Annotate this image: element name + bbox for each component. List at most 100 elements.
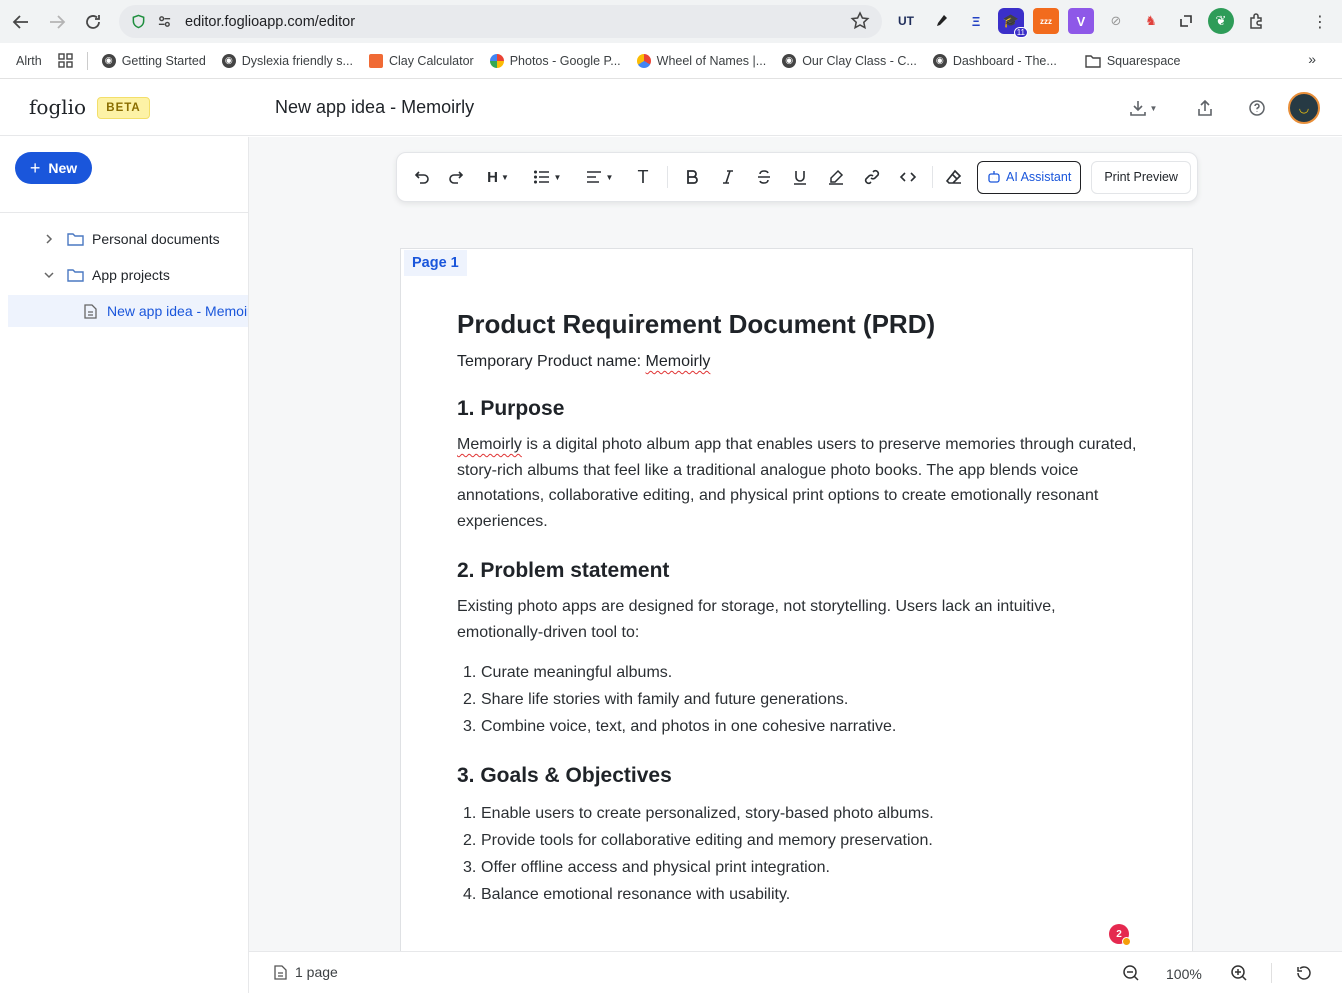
italic-button[interactable] bbox=[710, 161, 746, 193]
user-avatar[interactable]: ◡ bbox=[1288, 92, 1320, 124]
undo-button[interactable] bbox=[403, 161, 439, 193]
clear-format-button[interactable] bbox=[939, 161, 969, 193]
extension-compass-icon[interactable]: ⊘ bbox=[1103, 8, 1129, 34]
reset-zoom-button[interactable] bbox=[1295, 964, 1313, 985]
folder-icon bbox=[1085, 54, 1101, 68]
bookmark-getting-started[interactable]: ◉ Getting Started bbox=[94, 47, 214, 75]
extension-orange-icon[interactable]: zzz bbox=[1033, 8, 1059, 34]
globe-icon: ◉ bbox=[101, 53, 116, 68]
help-button[interactable] bbox=[1246, 96, 1268, 120]
footer-divider bbox=[1271, 963, 1272, 983]
redo-button[interactable] bbox=[439, 161, 475, 193]
text-style-button[interactable]: T bbox=[625, 161, 661, 193]
sidebar-item-app-projects[interactable]: App projects bbox=[0, 259, 248, 291]
section-heading-problem: 2. Problem statement bbox=[457, 558, 670, 582]
strikethrough-button[interactable] bbox=[746, 161, 782, 193]
list-dropdown[interactable]: ▼ bbox=[521, 161, 573, 193]
share-icon bbox=[1198, 99, 1212, 116]
highlight-button[interactable] bbox=[818, 161, 854, 193]
chevron-down-icon[interactable] bbox=[43, 269, 59, 281]
bookmark-alrth[interactable]: Alrth bbox=[8, 47, 50, 75]
document-page[interactable]: Page 1 Product Requirement Document (PRD… bbox=[400, 248, 1193, 951]
help-icon bbox=[1249, 100, 1265, 116]
code-button[interactable] bbox=[890, 161, 926, 193]
chevron-right-icon[interactable] bbox=[43, 233, 59, 245]
link-button[interactable] bbox=[854, 161, 890, 193]
list-number: 1. bbox=[463, 805, 477, 823]
list-text: Enable users to create personalized, sto… bbox=[481, 805, 934, 823]
bookmark-squarespace[interactable]: Squarespace bbox=[1077, 47, 1189, 75]
apps-grid-icon bbox=[58, 53, 73, 68]
zoom-out-button[interactable] bbox=[1122, 964, 1140, 985]
extension-eyedropper-icon[interactable] bbox=[928, 8, 954, 34]
list-number: 2. bbox=[463, 691, 477, 709]
google-photos-icon bbox=[489, 53, 504, 68]
bookmark-google-photos[interactable]: Photos - Google P... bbox=[482, 47, 629, 75]
reload-button[interactable] bbox=[75, 4, 111, 40]
new-document-button[interactable]: + New bbox=[15, 152, 92, 184]
list-item: 1. Enable users to create personalized, s… bbox=[457, 800, 1137, 827]
align-dropdown[interactable]: ▼ bbox=[573, 161, 625, 193]
sidebar-item-new-app-idea[interactable]: New app idea - Memoirly bbox=[8, 295, 248, 327]
print-preview-button[interactable]: Print Preview bbox=[1091, 160, 1191, 194]
app-header: foglio BETA New app idea - Memoirly ▼ ◡ bbox=[0, 80, 1342, 136]
bookmark-star-icon[interactable] bbox=[850, 11, 870, 36]
underline-button[interactable] bbox=[782, 161, 818, 193]
address-bar[interactable]: editor.foglioapp.com/editor bbox=[119, 5, 882, 38]
bookmark-dyslexia[interactable]: ◉ Dyslexia friendly s... bbox=[214, 47, 361, 75]
bookmarks-overflow-icon[interactable]: » bbox=[1308, 51, 1316, 67]
extension-leaf-icon[interactable]: ❦ bbox=[1208, 8, 1234, 34]
bold-button[interactable] bbox=[674, 161, 710, 193]
zoom-in-button[interactable] bbox=[1230, 964, 1248, 985]
bookmark-dashboard[interactable]: ◉ Dashboard - The... bbox=[925, 47, 1065, 75]
ai-assistant-button[interactable]: AI Assistant bbox=[977, 160, 1082, 194]
editor-canvas: H ▼ ▼ ▼ T AI Assistant Print Preview Pag… bbox=[249, 137, 1342, 951]
download-icon bbox=[1129, 101, 1146, 116]
document-title[interactable]: New app idea - Memoirly bbox=[275, 97, 474, 118]
forward-button[interactable] bbox=[39, 4, 75, 40]
globe-icon: ◉ bbox=[221, 53, 236, 68]
chevron-down-icon: ▼ bbox=[500, 172, 509, 182]
bookmark-label: Getting Started bbox=[121, 53, 206, 68]
download-button[interactable]: ▼ bbox=[1127, 96, 1159, 120]
extension-translate-icon[interactable]: Ξ bbox=[963, 8, 989, 34]
document-body[interactable]: Product Requirement Document (PRD) Tempo… bbox=[457, 307, 1137, 908]
browser-toolbar: editor.foglioapp.com/editor UT Ξ 🎓 11 zzz… bbox=[0, 0, 1342, 43]
page-label: Page 1 bbox=[404, 250, 467, 276]
extension-ut-icon[interactable]: UT bbox=[893, 8, 919, 34]
bookmark-clay-calculator[interactable]: Clay Calculator bbox=[361, 47, 482, 75]
list-text: Combine voice, text, and photos in one c… bbox=[481, 718, 897, 736]
site-settings-icon[interactable] bbox=[153, 11, 175, 33]
bookmark-label: Squarespace bbox=[1106, 53, 1181, 68]
bookmark-clay-class[interactable]: ◉ Our Clay Class - C... bbox=[774, 47, 925, 75]
browser-menu-icon[interactable]: ⋮ bbox=[1312, 12, 1328, 32]
list-text: Offer offline access and physical print … bbox=[481, 859, 830, 877]
back-button[interactable] bbox=[3, 4, 39, 40]
new-button-label: New bbox=[48, 160, 78, 176]
document-icon bbox=[274, 964, 287, 980]
extension-v-icon[interactable]: V bbox=[1068, 8, 1094, 34]
sidebar-item-label: New app idea - Memoirly bbox=[107, 303, 248, 319]
bookmark-wheel-of-names[interactable]: Wheel of Names |... bbox=[629, 47, 775, 75]
notification-badge[interactable]: 2 bbox=[1109, 924, 1131, 946]
bookmark-label: Our Clay Class - C... bbox=[802, 53, 917, 68]
shield-icon[interactable] bbox=[127, 11, 149, 33]
app-logo[interactable]: foglio bbox=[29, 95, 86, 119]
list-number: 2. bbox=[463, 832, 477, 850]
zoom-level[interactable]: 100% bbox=[1166, 966, 1202, 982]
extension-figure-icon[interactable]: ♞ bbox=[1138, 8, 1164, 34]
formatting-toolbar: H ▼ ▼ ▼ T AI Assistant Print Preview bbox=[396, 152, 1198, 202]
sidebar-item-personal-documents[interactable]: Personal documents bbox=[0, 223, 248, 255]
url-text[interactable]: editor.foglioapp.com/editor bbox=[185, 14, 355, 30]
sidebar-item-label: App projects bbox=[92, 267, 170, 283]
share-button[interactable] bbox=[1194, 96, 1216, 120]
extension-cap-icon[interactable]: 🎓 11 bbox=[998, 8, 1028, 38]
product-name-value: Memoirly bbox=[645, 353, 711, 370]
extension-crop-icon[interactable] bbox=[1173, 8, 1199, 34]
reset-icon bbox=[1297, 966, 1311, 980]
section-heading-goals: 3. Goals & Objectives bbox=[457, 764, 672, 788]
apps-grid-button[interactable] bbox=[50, 47, 81, 75]
extensions-puzzle-icon[interactable] bbox=[1243, 8, 1269, 34]
heading-dropdown[interactable]: H ▼ bbox=[475, 161, 521, 193]
bookmark-label: Clay Calculator bbox=[388, 53, 474, 68]
